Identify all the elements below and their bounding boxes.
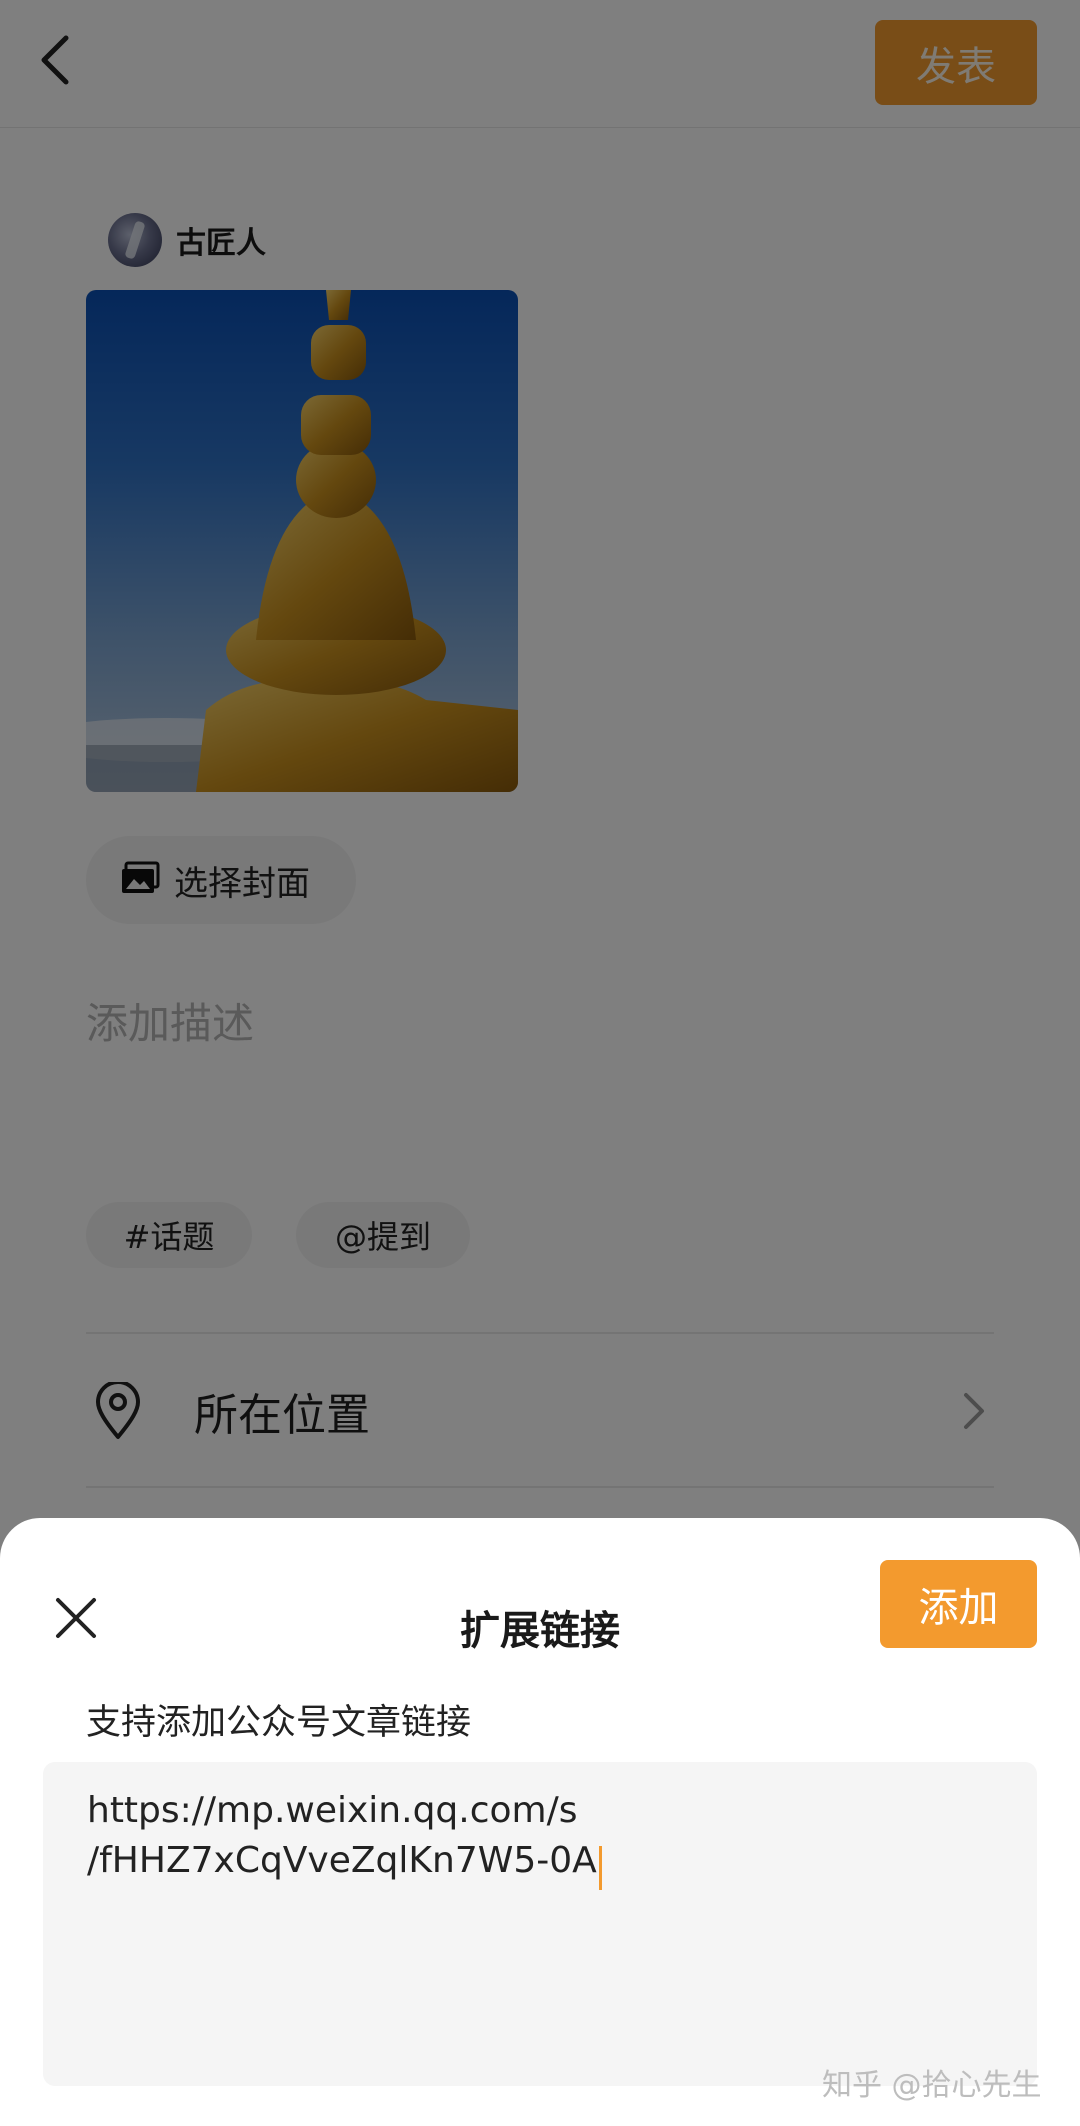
sheet-hint: 支持添加公众号文章链接 [86, 1703, 472, 1743]
link-input-value: https://mp.weixin.qq.com/s /fHHZ7xCqVveZ… [87, 1790, 597, 1881]
add-button[interactable]: 添加 [880, 1560, 1037, 1648]
text-caret [598, 1845, 602, 1890]
watermark: 知乎 @拾心先生 [822, 2068, 1042, 2103]
link-input[interactable]: https://mp.weixin.qq.com/s /fHHZ7xCqVveZ… [43, 1762, 1037, 2086]
extension-link-sheet: 扩展链接 添加 支持添加公众号文章链接 https://mp.weixin.qq… [0, 1518, 1080, 2126]
